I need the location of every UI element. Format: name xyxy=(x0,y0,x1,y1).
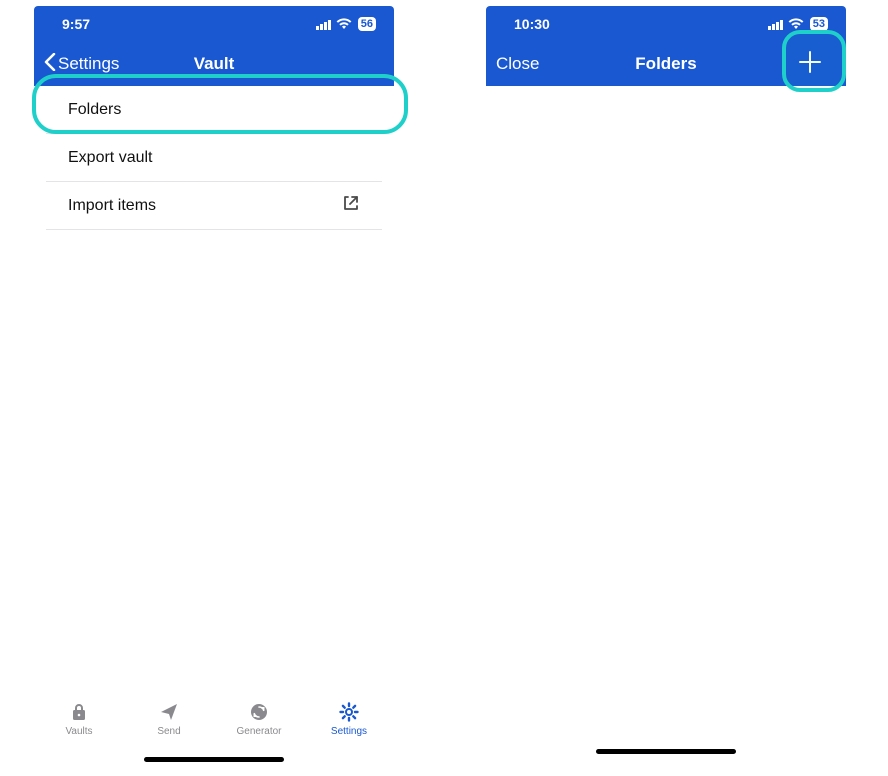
row-export-vault[interactable]: Export vault xyxy=(46,134,382,182)
row-label: Folders xyxy=(68,101,121,119)
cellular-signal-icon xyxy=(768,19,784,30)
external-link-icon xyxy=(342,194,360,217)
tab-settings[interactable]: Settings xyxy=(314,700,384,737)
status-time: 10:30 xyxy=(514,16,550,32)
header-area: 9:57 56 Settings xyxy=(34,6,394,86)
back-label: Settings xyxy=(58,54,119,74)
status-right-group: 53 xyxy=(768,17,828,31)
status-bar: 10:30 53 xyxy=(486,6,846,42)
close-label: Close xyxy=(496,54,539,74)
tab-label: Generator xyxy=(236,726,281,737)
tab-generator[interactable]: Generator xyxy=(224,700,294,737)
tab-label: Vaults xyxy=(65,726,92,737)
refresh-icon xyxy=(249,700,269,724)
nav-title: Vault xyxy=(194,54,235,74)
row-folders[interactable]: Folders xyxy=(46,86,382,134)
tab-label: Settings xyxy=(331,726,367,737)
row-import-items[interactable]: Import items xyxy=(46,182,382,230)
nav-bar: Close Folders xyxy=(486,42,846,86)
tab-send[interactable]: Send xyxy=(134,700,204,737)
paper-plane-icon xyxy=(159,700,179,724)
cellular-signal-icon xyxy=(316,19,332,30)
phone-screen-folders: 10:30 53 Close Folders xyxy=(486,6,846,766)
gear-icon xyxy=(339,700,359,724)
status-right-group: 56 xyxy=(316,17,376,31)
battery-indicator: 53 xyxy=(810,17,828,31)
tab-vaults[interactable]: Vaults xyxy=(44,700,114,737)
chevron-left-icon xyxy=(44,53,56,76)
phone-screen-vault-settings: 9:57 56 Settings xyxy=(34,6,394,766)
row-label: Export vault xyxy=(68,149,152,167)
battery-indicator: 56 xyxy=(358,17,376,31)
screenshot-canvas: 9:57 56 Settings xyxy=(0,0,888,776)
home-indicator xyxy=(596,749,736,754)
tab-bar: Vaults Send Generator Settings xyxy=(34,694,394,766)
nav-bar: Settings Vault xyxy=(34,42,394,86)
plus-icon xyxy=(797,49,823,80)
lock-icon xyxy=(69,700,89,724)
back-button[interactable]: Settings xyxy=(44,53,119,76)
tab-label: Send xyxy=(157,726,180,737)
status-bar: 9:57 56 xyxy=(34,6,394,42)
wifi-icon xyxy=(336,18,352,30)
home-indicator xyxy=(144,757,284,762)
add-folder-button[interactable] xyxy=(788,42,832,86)
settings-list: Folders Export vault Import items xyxy=(34,86,394,230)
row-label: Import items xyxy=(68,197,156,215)
wifi-icon xyxy=(788,18,804,30)
close-button[interactable]: Close xyxy=(496,54,539,74)
header-area: 10:30 53 Close Folders xyxy=(486,6,846,86)
nav-title: Folders xyxy=(635,54,696,74)
status-time: 9:57 xyxy=(62,16,90,32)
